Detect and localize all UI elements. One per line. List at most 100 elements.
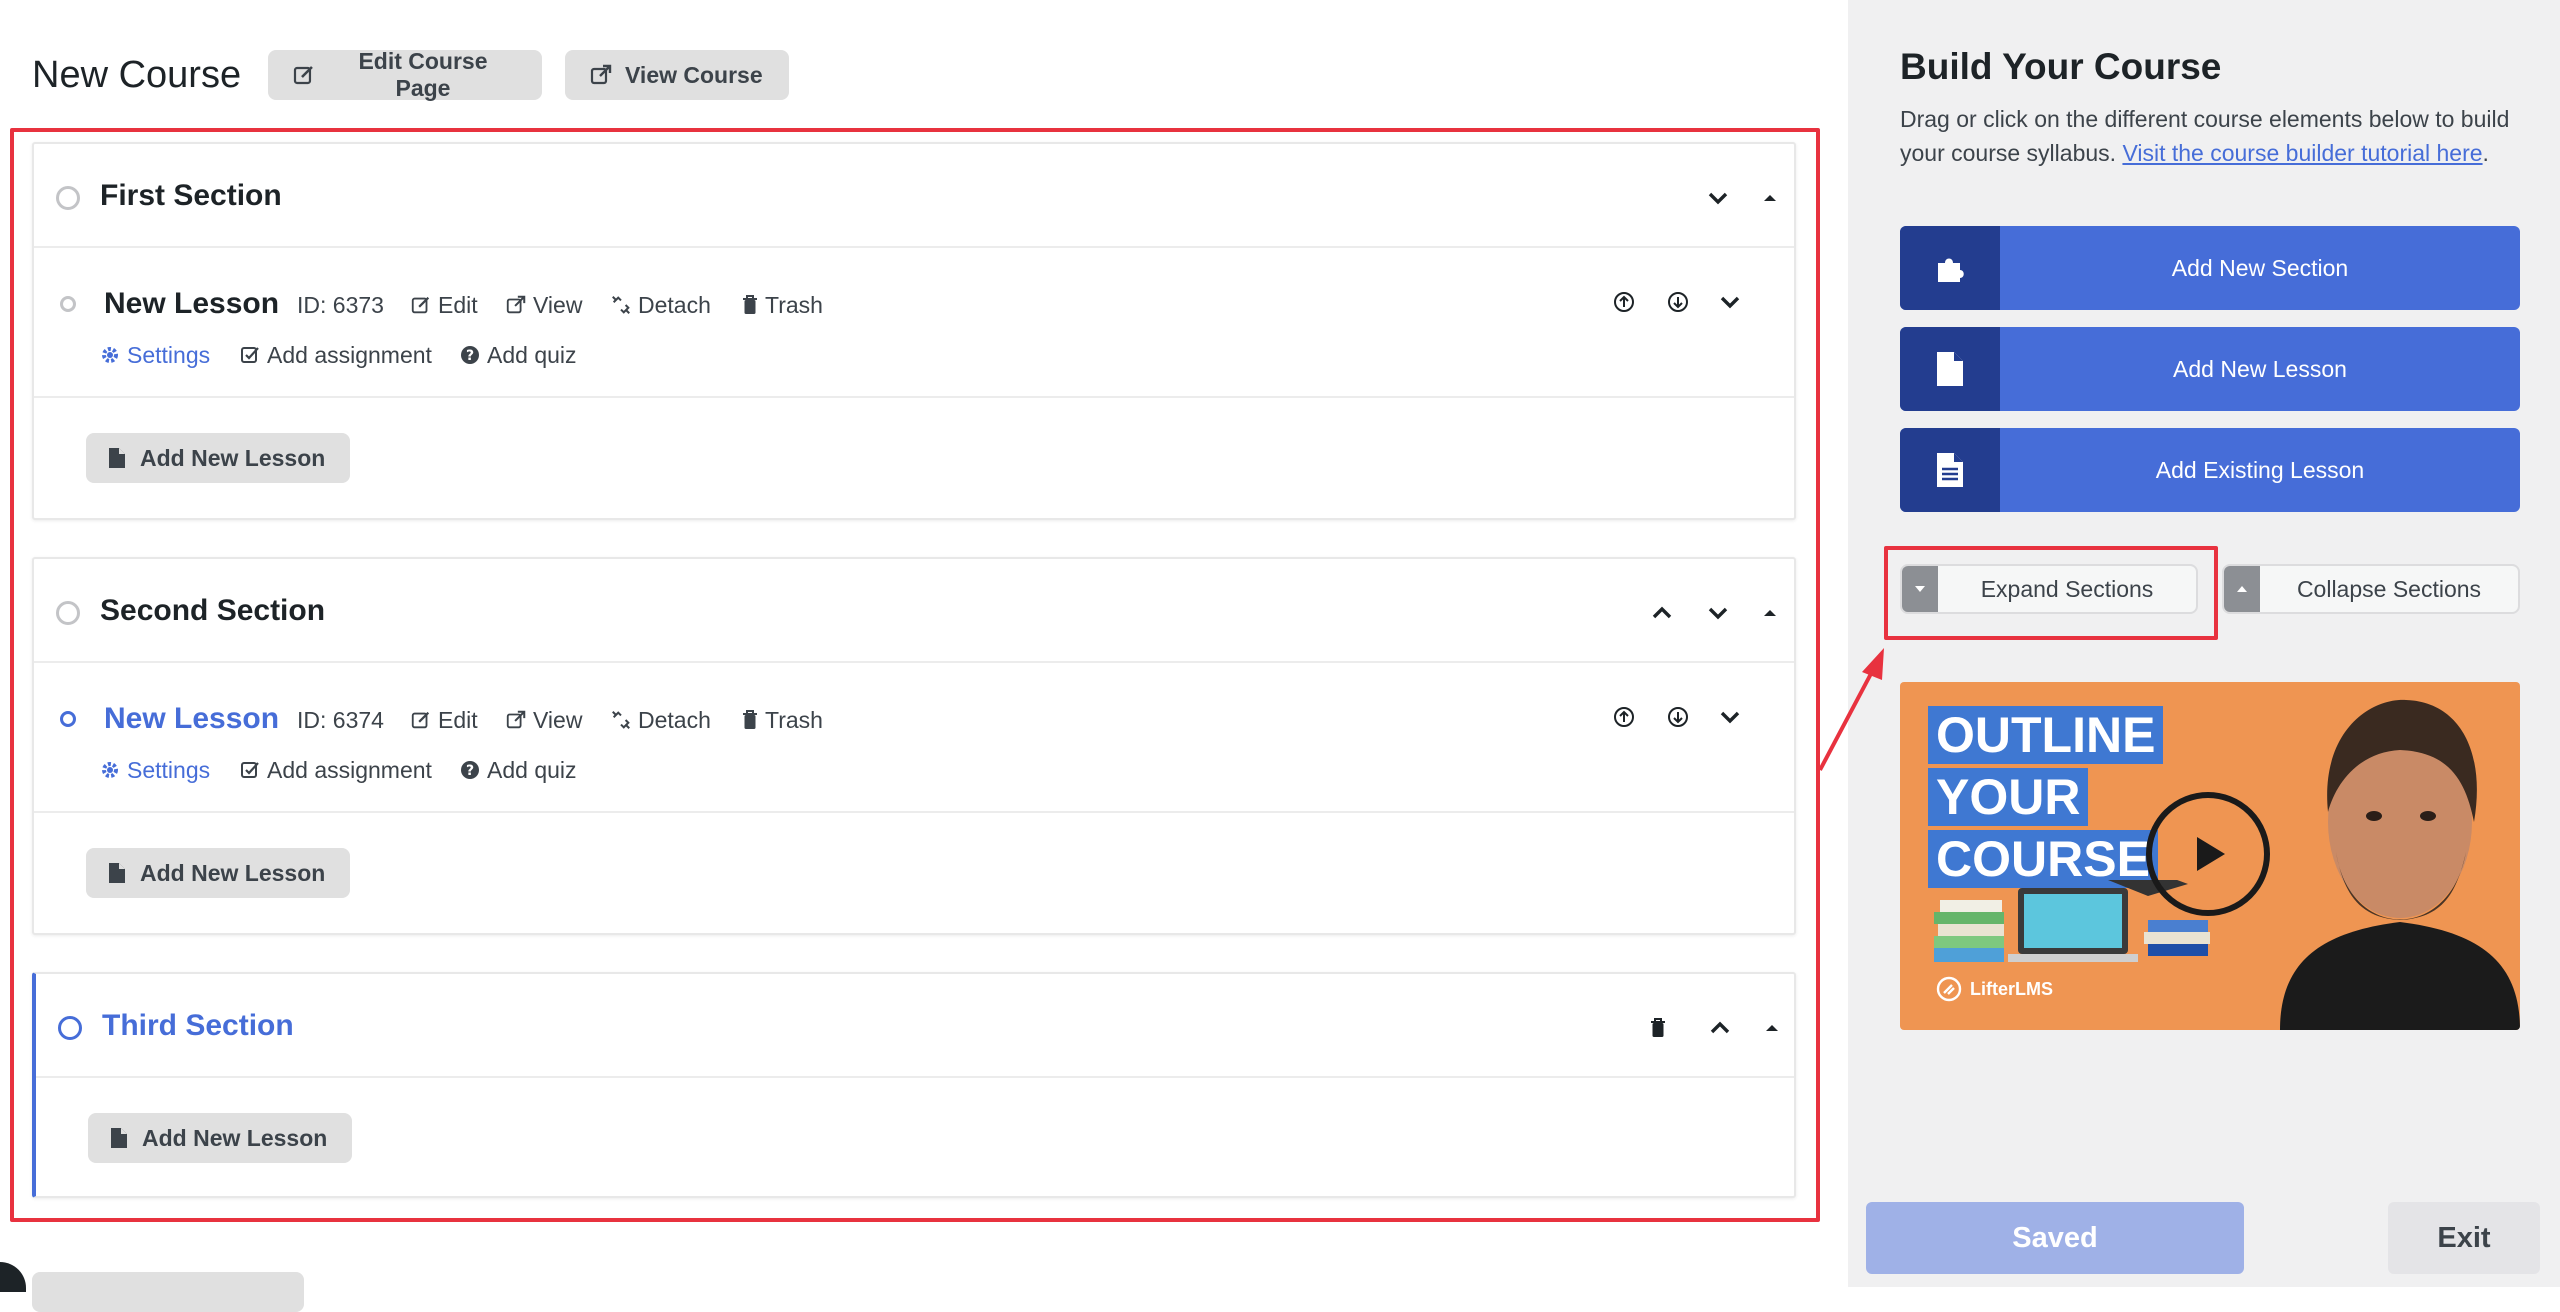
add-new-lesson-element-label: Add New Lesson — [2173, 355, 2347, 382]
play-icon[interactable] — [2146, 792, 2270, 916]
annotation-arrow — [1818, 648, 1884, 771]
collapse-section-button[interactable] — [1752, 180, 1788, 216]
add-new-lesson-label: Add New Lesson — [142, 1124, 328, 1151]
lesson-detach-link[interactable]: Detach — [610, 290, 711, 320]
lesson-id: ID: 6373 — [297, 292, 384, 318]
section-third[interactable]: Third Section Add New Lesson — [32, 972, 1796, 1198]
lesson-title[interactable]: New Lesson — [104, 697, 279, 741]
add-new-section-element[interactable]: Add New Section — [1900, 226, 2520, 310]
arrow-circle-down-icon — [1668, 707, 1688, 727]
add-lesson-row: Add New Lesson — [36, 1078, 1794, 1198]
chevron-up-icon — [1652, 606, 1672, 619]
chevron-down-icon — [1708, 192, 1728, 205]
caret-up-icon — [1764, 195, 1776, 201]
add-existing-lesson-element[interactable]: Add Existing Lesson — [1900, 428, 2520, 512]
move-lesson-down-button[interactable] — [1660, 699, 1696, 735]
section-title[interactable]: First Section — [100, 174, 282, 218]
delete-section-button[interactable] — [1640, 1010, 1676, 1046]
file-text-icon — [1900, 428, 2000, 512]
add-new-lesson-button[interactable]: Add New Lesson — [88, 1113, 352, 1163]
edit-icon — [411, 711, 430, 729]
section-status-indicator — [58, 1016, 82, 1040]
lesson-trash-label: Trash — [765, 292, 823, 318]
move-section-up-button[interactable] — [1644, 595, 1680, 631]
add-existing-lesson-label: Add Existing Lesson — [2155, 456, 2365, 483]
lesson-add-quiz-link[interactable]: ? Add quiz — [460, 755, 577, 785]
file-icon — [109, 448, 125, 468]
gear-icon — [102, 762, 118, 778]
puzzle-icon — [1900, 226, 2000, 310]
view-course-button[interactable]: View Course — [565, 50, 789, 100]
lesson-title[interactable]: New Lesson — [104, 282, 279, 326]
lesson-view-link[interactable]: View — [505, 705, 582, 735]
add-new-lesson-label: Add New Lesson — [140, 859, 326, 886]
move-lesson-up-button[interactable] — [1606, 284, 1642, 320]
lesson-status-indicator — [60, 296, 76, 312]
caret-up-icon — [2224, 566, 2260, 612]
add-lesson-row: Add New Lesson — [34, 813, 1794, 933]
add-new-lesson-element[interactable]: Add New Lesson — [1900, 327, 2520, 411]
lesson-item[interactable]: New Lesson ID: 6373 Edit View Detach Tra… — [34, 248, 1794, 398]
video-title: OUTLINE YOUR COURSE — [1928, 706, 2164, 888]
collapse-section-button[interactable] — [1752, 595, 1788, 631]
chevron-down-icon — [1708, 607, 1728, 620]
collapse-section-button[interactable] — [1754, 1010, 1790, 1046]
sidebar-description-period: . — [2482, 140, 2489, 166]
course-builder-main: New Course Edit Course Page View Course … — [0, 0, 1848, 1312]
caret-up-icon — [1766, 1025, 1778, 1031]
chevron-down-icon — [1720, 711, 1740, 724]
exit-button[interactable]: Exit — [2388, 1202, 2540, 1274]
lesson-view-label: View — [533, 707, 583, 733]
move-section-down-button[interactable] — [1700, 180, 1736, 216]
lesson-trash-label: Trash — [765, 707, 823, 733]
lesson-trash-link[interactable]: Trash — [741, 290, 823, 320]
trash-icon — [1651, 1018, 1665, 1037]
tutorial-link[interactable]: Visit the course builder tutorial here — [2122, 140, 2482, 166]
lesson-status-indicator — [60, 711, 76, 727]
section-title[interactable]: Second Section — [100, 589, 325, 633]
lesson-add-assignment-link[interactable]: Add assignment — [240, 755, 432, 785]
section-status-indicator — [56, 601, 80, 625]
move-section-down-button[interactable] — [1700, 595, 1736, 631]
section-title[interactable]: Third Section — [102, 1004, 294, 1048]
move-section-up-button[interactable] — [1702, 1010, 1738, 1046]
lesson-edit-label: Edit — [438, 292, 478, 318]
edit-course-page-button[interactable]: Edit Course Page — [268, 48, 542, 101]
collapse-sections-button[interactable]: Collapse Sections — [2222, 564, 2520, 614]
lesson-edit-link[interactable]: Edit — [410, 705, 478, 735]
lesson-settings-link[interactable]: Settings — [100, 755, 210, 785]
sidebar-title: Build Your Course — [1900, 46, 2222, 87]
question-circle-icon: ? — [461, 346, 479, 364]
add-new-section-label: Add New Section — [2171, 254, 2349, 281]
lesson-view-label: View — [533, 292, 583, 318]
lesson-add-quiz-link[interactable]: ? Add quiz — [460, 340, 577, 370]
expand-sections-button[interactable]: Expand Sections — [1900, 564, 2198, 614]
add-new-lesson-button[interactable]: Add New Lesson — [86, 433, 350, 483]
lesson-view-link[interactable]: View — [505, 290, 582, 320]
move-lesson-to-next-section-button[interactable] — [1712, 284, 1748, 320]
move-lesson-to-next-section-button[interactable] — [1712, 699, 1748, 735]
move-lesson-down-button[interactable] — [1660, 284, 1696, 320]
section-second[interactable]: Second Section New Lesson ID: 6374 Edit … — [32, 557, 1796, 935]
file-icon — [111, 1128, 127, 1148]
add-lesson-row: Add New Lesson — [34, 398, 1794, 518]
save-button[interactable]: Saved — [1866, 1202, 2244, 1274]
add-new-lesson-label: Add New Lesson — [140, 444, 326, 471]
section-header: First Section — [34, 144, 1794, 248]
lesson-add-assignment-link[interactable]: Add assignment — [240, 340, 432, 370]
lesson-settings-link[interactable]: Settings — [100, 340, 210, 370]
lesson-item[interactable]: New Lesson ID: 6374 Edit View Detach Tra… — [34, 663, 1794, 813]
move-lesson-up-button[interactable] — [1606, 699, 1642, 735]
course-builder-tutorial-video[interactable]: OUTLINE YOUR COURSE LifterLMS — [1900, 682, 2520, 1030]
collapse-sections-label: Collapse Sections — [2296, 575, 2482, 602]
gear-icon — [102, 347, 118, 363]
add-section-button-partial[interactable] — [32, 1272, 304, 1312]
sidebar-description: Drag or click on the different course el… — [1900, 102, 2530, 170]
lesson-trash-link[interactable]: Trash — [741, 705, 823, 735]
add-new-lesson-button[interactable]: Add New Lesson — [86, 848, 350, 898]
file-icon — [1900, 327, 2000, 411]
lesson-detach-link[interactable]: Detach — [610, 705, 711, 735]
lesson-edit-link[interactable]: Edit — [410, 290, 478, 320]
lesson-id: ID: 6374 — [297, 707, 384, 733]
section-first[interactable]: First Section New Lesson ID: 6373 Edit V… — [32, 142, 1796, 520]
